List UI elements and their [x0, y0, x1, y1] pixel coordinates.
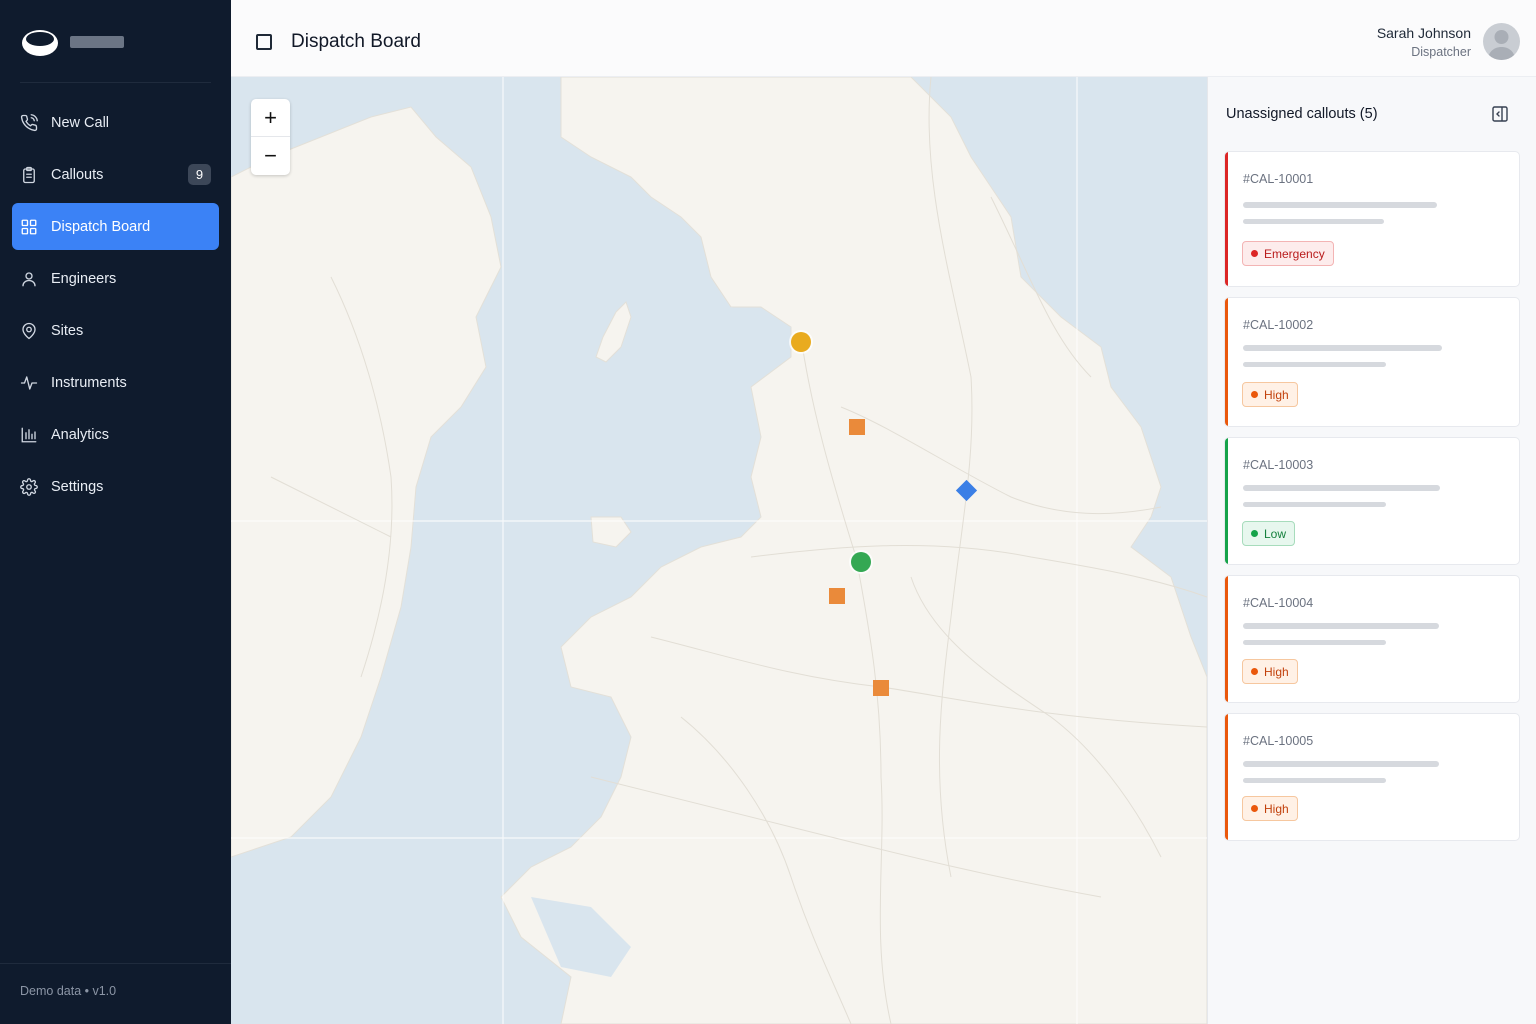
callout-card[interactable]: #CAL-10004 High: [1224, 575, 1520, 703]
user-info[interactable]: Sarah Johnson Dispatcher: [1377, 25, 1471, 59]
callout-card[interactable]: #CAL-10001 Emergency: [1224, 151, 1520, 287]
activity-icon: [20, 374, 38, 392]
priority-bar: [1225, 298, 1228, 426]
gear-icon: [20, 477, 38, 496]
zoom-out-button[interactable]: −: [251, 137, 290, 175]
status-dot: [1251, 668, 1258, 675]
top-header: Dispatch Board Sarah Johnson Dispatcher: [231, 0, 1536, 77]
callout-card[interactable]: #CAL-10003 Low: [1224, 437, 1520, 565]
status-dot: [1251, 391, 1258, 398]
callouts-count-badge: 9: [188, 164, 211, 185]
status-dot: [1251, 530, 1258, 537]
sidebar: New Call Callouts 9 Dispatch Board Engin…: [0, 0, 231, 1024]
skeleton-line: [1243, 485, 1440, 491]
map-basemap: [231, 77, 1207, 1024]
logo-icon: [22, 30, 58, 56]
sidebar-item-label: Engineers: [51, 270, 117, 287]
sidebar-item-label: Callouts: [51, 166, 104, 183]
priority-bar: [1225, 714, 1228, 840]
skeleton-line: [1243, 345, 1442, 351]
sidebar-toggle-icon[interactable]: [256, 34, 272, 50]
priority-label: Low: [1264, 526, 1287, 541]
skeleton-line: [1243, 202, 1437, 208]
skeleton-line: [1243, 362, 1386, 367]
skeleton-line: [1243, 623, 1439, 629]
map-marker-square-orange[interactable]: [849, 419, 865, 435]
sidebar-footer: Demo data • v1.0: [20, 984, 117, 998]
sidebar-item-engineers[interactable]: Engineers: [12, 255, 219, 302]
skeleton-line: [1243, 502, 1386, 507]
priority-badge: Emergency: [1242, 241, 1334, 266]
zoom-in-button[interactable]: +: [251, 99, 290, 137]
priority-badge: High: [1242, 382, 1298, 407]
map-marker-circle-yellow[interactable]: [791, 332, 811, 352]
unassigned-callouts-panel: Unassigned callouts (5) #CAL-10001 Emerg…: [1207, 77, 1536, 1024]
sidebar-item-instruments[interactable]: Instruments: [12, 359, 219, 406]
divider: [0, 963, 231, 964]
clipboard-icon: [20, 166, 38, 184]
priority-badge: Low: [1242, 521, 1296, 546]
bar-chart-icon: [20, 426, 38, 444]
skeleton-line: [1243, 761, 1439, 767]
priority-badge: High: [1242, 659, 1298, 684]
priority-bar: [1225, 576, 1228, 702]
callout-id: #CAL-10001: [1243, 172, 1314, 186]
user-icon: [20, 270, 38, 288]
sidebar-item-settings[interactable]: Settings: [12, 463, 219, 510]
sidebar-item-dispatch-board[interactable]: Dispatch Board: [12, 203, 219, 250]
dispatch-map[interactable]: + −: [231, 77, 1207, 1024]
avatar-placeholder-icon: [1488, 30, 1515, 60]
priority-label: High: [1264, 387, 1289, 402]
zoom-control: + −: [251, 99, 290, 175]
sidebar-item-new-call[interactable]: New Call: [12, 99, 219, 146]
skeleton-line: [1243, 778, 1386, 783]
priority-label: High: [1264, 664, 1289, 679]
sidebar-item-analytics[interactable]: Analytics: [12, 411, 219, 458]
sidebar-item-callouts[interactable]: Callouts 9: [12, 151, 219, 198]
sidebar-item-label: New Call: [51, 114, 110, 131]
avatar[interactable]: [1483, 23, 1520, 60]
sidebar-item-label: Analytics: [51, 426, 110, 443]
skeleton-line: [1243, 219, 1384, 224]
sidebar-item-label: Instruments: [51, 374, 127, 391]
skeleton-line: [1243, 640, 1386, 645]
priority-label: Emergency: [1264, 246, 1325, 261]
callout-id: #CAL-10003: [1243, 458, 1314, 472]
map-marker-square-orange[interactable]: [873, 680, 889, 696]
sidebar-item-label: Settings: [51, 478, 104, 495]
map-marker-circle-green[interactable]: [851, 552, 871, 572]
page-title: Dispatch Board: [291, 31, 421, 52]
panel-title: Unassigned callouts (5): [1226, 106, 1378, 122]
sidebar-item-label: Sites: [51, 322, 84, 339]
callout-id: #CAL-10005: [1243, 734, 1314, 748]
status-dot: [1251, 805, 1258, 812]
map-marker-square-orange[interactable]: [829, 588, 845, 604]
callout-id: #CAL-10002: [1243, 318, 1314, 332]
callout-card[interactable]: #CAL-10002 High: [1224, 297, 1520, 427]
callout-id: #CAL-10004: [1243, 596, 1314, 610]
callout-card[interactable]: #CAL-10005 High: [1224, 713, 1520, 841]
priority-badge: High: [1242, 796, 1298, 821]
brand[interactable]: [20, 26, 124, 58]
priority-label: High: [1264, 801, 1289, 816]
sidebar-item-label: Dispatch Board: [51, 218, 151, 235]
panel-collapse-icon[interactable]: [1492, 106, 1508, 122]
user-name: Sarah Johnson: [1376, 25, 1471, 41]
grid-icon: [20, 218, 38, 236]
phone-icon: [20, 113, 38, 132]
priority-bar: [1225, 152, 1228, 286]
sidebar-nav: New Call Callouts 9 Dispatch Board Engin…: [12, 99, 219, 515]
map-pin-icon: [20, 322, 38, 340]
user-role: Dispatcher: [1411, 45, 1471, 59]
priority-bar: [1225, 438, 1228, 564]
status-dot: [1251, 250, 1258, 257]
divider: [20, 82, 211, 83]
sidebar-item-sites[interactable]: Sites: [12, 307, 219, 354]
brand-name-placeholder: [70, 36, 124, 48]
